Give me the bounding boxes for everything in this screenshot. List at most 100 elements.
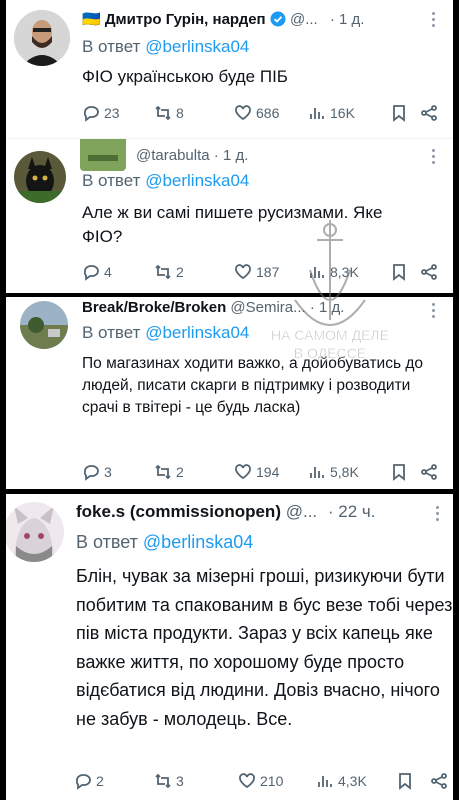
share-icon xyxy=(421,464,437,480)
retweet-button[interactable]: 8 xyxy=(154,104,184,122)
reply-count: 2 xyxy=(96,773,104,789)
retweet-count: 2 xyxy=(176,464,184,480)
more-icon[interactable] xyxy=(432,149,436,167)
more-icon[interactable] xyxy=(436,506,440,524)
retweet-icon xyxy=(155,464,171,480)
share-icon xyxy=(421,105,437,121)
author-name[interactable]: foke.s (commissionopen) xyxy=(76,502,281,521)
share-button[interactable] xyxy=(420,463,438,481)
like-icon xyxy=(239,773,255,789)
views-count: 8,3K xyxy=(330,264,359,280)
reply-button[interactable]: 23 xyxy=(82,104,120,122)
reply-to-handle[interactable]: @berlinska04 xyxy=(145,323,249,342)
views-button[interactable]: 8,3K xyxy=(308,263,359,281)
bookmark-icon xyxy=(399,773,411,790)
profile-image xyxy=(78,139,130,171)
tweet-card[interactable]: @tarabulta · 1 д. В ответ @berlinska04 А… xyxy=(6,138,453,293)
views-button[interactable]: 16K xyxy=(308,104,355,122)
reply-to-handle[interactable]: @berlinska04 xyxy=(145,37,249,56)
views-icon xyxy=(318,776,332,787)
timestamp[interactable]: · 1 д. xyxy=(310,299,345,316)
author-handle[interactable]: @... xyxy=(286,502,317,521)
like-icon xyxy=(235,105,251,121)
reply-count: 4 xyxy=(104,264,112,280)
tweet-card[interactable]: 🇺🇦 Дмитро Гурін, нардеп @... · 1 д. В от… xyxy=(6,0,453,138)
like-button[interactable]: 210 xyxy=(238,772,283,790)
avatar[interactable] xyxy=(14,10,70,66)
like-button[interactable]: 686 xyxy=(234,104,279,122)
views-icon xyxy=(310,467,324,478)
like-button[interactable]: 194 xyxy=(234,463,279,481)
reply-label: В ответ xyxy=(82,323,141,342)
avatar[interactable] xyxy=(6,502,64,562)
like-count: 187 xyxy=(256,264,280,280)
like-icon xyxy=(235,464,251,480)
retweet-button[interactable]: 3 xyxy=(154,772,184,790)
retweet-count: 3 xyxy=(176,773,184,789)
author-name[interactable]: Дмитро Гурін, нардеп xyxy=(105,11,266,28)
reply-button[interactable]: 4 xyxy=(82,263,112,281)
like-count: 194 xyxy=(256,464,280,480)
reply-to-handle[interactable]: @berlinska04 xyxy=(145,171,249,190)
like-icon xyxy=(235,264,251,280)
views-button[interactable]: 5,8K xyxy=(308,463,359,481)
tweet-text: Блін, чувак за мізерні гроші, ризикуючи … xyxy=(76,566,453,729)
reply-icon xyxy=(75,774,91,790)
avatar[interactable] xyxy=(14,151,66,203)
bookmark-button[interactable] xyxy=(390,463,408,481)
flag: 🇺🇦 xyxy=(82,11,101,28)
author-handle[interactable]: @... xyxy=(290,11,318,28)
bookmark-button[interactable] xyxy=(390,263,408,281)
reply-count: 3 xyxy=(104,464,112,480)
bookmark-icon xyxy=(393,264,405,281)
bookmark-icon xyxy=(393,105,405,122)
reply-label: В ответ xyxy=(82,37,141,56)
reply-count: 23 xyxy=(104,105,120,121)
retweet-icon xyxy=(155,105,171,121)
share-button[interactable] xyxy=(420,263,438,281)
verified-badge-icon xyxy=(270,11,286,31)
views-count: 5,8K xyxy=(330,464,359,480)
avatar[interactable] xyxy=(20,301,68,349)
reply-button[interactable]: 3 xyxy=(82,463,112,481)
author-handle[interactable]: @tarabulta xyxy=(136,147,210,164)
views-icon xyxy=(310,267,324,278)
views-button[interactable]: 4,3K xyxy=(316,772,367,790)
timestamp[interactable]: · 1 д. xyxy=(330,11,365,28)
share-icon xyxy=(431,773,447,789)
tweet-text: Але ж ви самі пишете русизмами. Яке ФІО? xyxy=(82,203,383,246)
like-button[interactable]: 187 xyxy=(234,263,279,281)
reply-icon xyxy=(83,465,99,481)
more-icon[interactable] xyxy=(432,303,436,321)
bookmark-button[interactable] xyxy=(396,772,414,790)
reply-to-handle[interactable]: @berlinska04 xyxy=(143,532,253,552)
reply-icon xyxy=(83,106,99,122)
tweet-text: По магазинах ходити важко, а дойобуватис… xyxy=(82,355,424,416)
retweet-count: 2 xyxy=(176,264,184,280)
timestamp[interactable]: · 22 ч. xyxy=(328,502,376,521)
views-icon xyxy=(310,108,324,119)
views-count: 16K xyxy=(330,105,355,121)
bookmark-button[interactable] xyxy=(390,104,408,122)
reply-label: В ответ xyxy=(76,532,138,552)
tweet-card[interactable]: Break/Broke/Broken @Semira... · 1 д. В о… xyxy=(6,297,453,489)
timestamp[interactable]: · 1 д. xyxy=(214,147,249,164)
retweet-button[interactable]: 2 xyxy=(154,263,184,281)
share-icon xyxy=(421,264,437,280)
retweet-button[interactable]: 2 xyxy=(154,463,184,481)
reply-label: В ответ xyxy=(82,171,141,190)
tweet-card[interactable]: foke.s (commissionopen) @... · 22 ч. В о… xyxy=(6,494,453,800)
retweet-count: 8 xyxy=(176,105,184,121)
like-count: 210 xyxy=(260,773,284,789)
share-button[interactable] xyxy=(420,104,438,122)
retweet-icon xyxy=(155,773,171,789)
share-button[interactable] xyxy=(430,772,448,790)
bookmark-icon xyxy=(393,464,405,481)
author-handle[interactable]: @Semira... xyxy=(230,299,305,316)
tweet-text: ФІО українською буде ПІБ xyxy=(82,67,288,86)
more-icon[interactable] xyxy=(432,12,436,30)
reply-button[interactable]: 2 xyxy=(74,772,104,790)
reply-icon xyxy=(83,265,99,281)
like-count: 686 xyxy=(256,105,280,121)
author-name[interactable]: Break/Broke/Broken xyxy=(82,299,226,316)
